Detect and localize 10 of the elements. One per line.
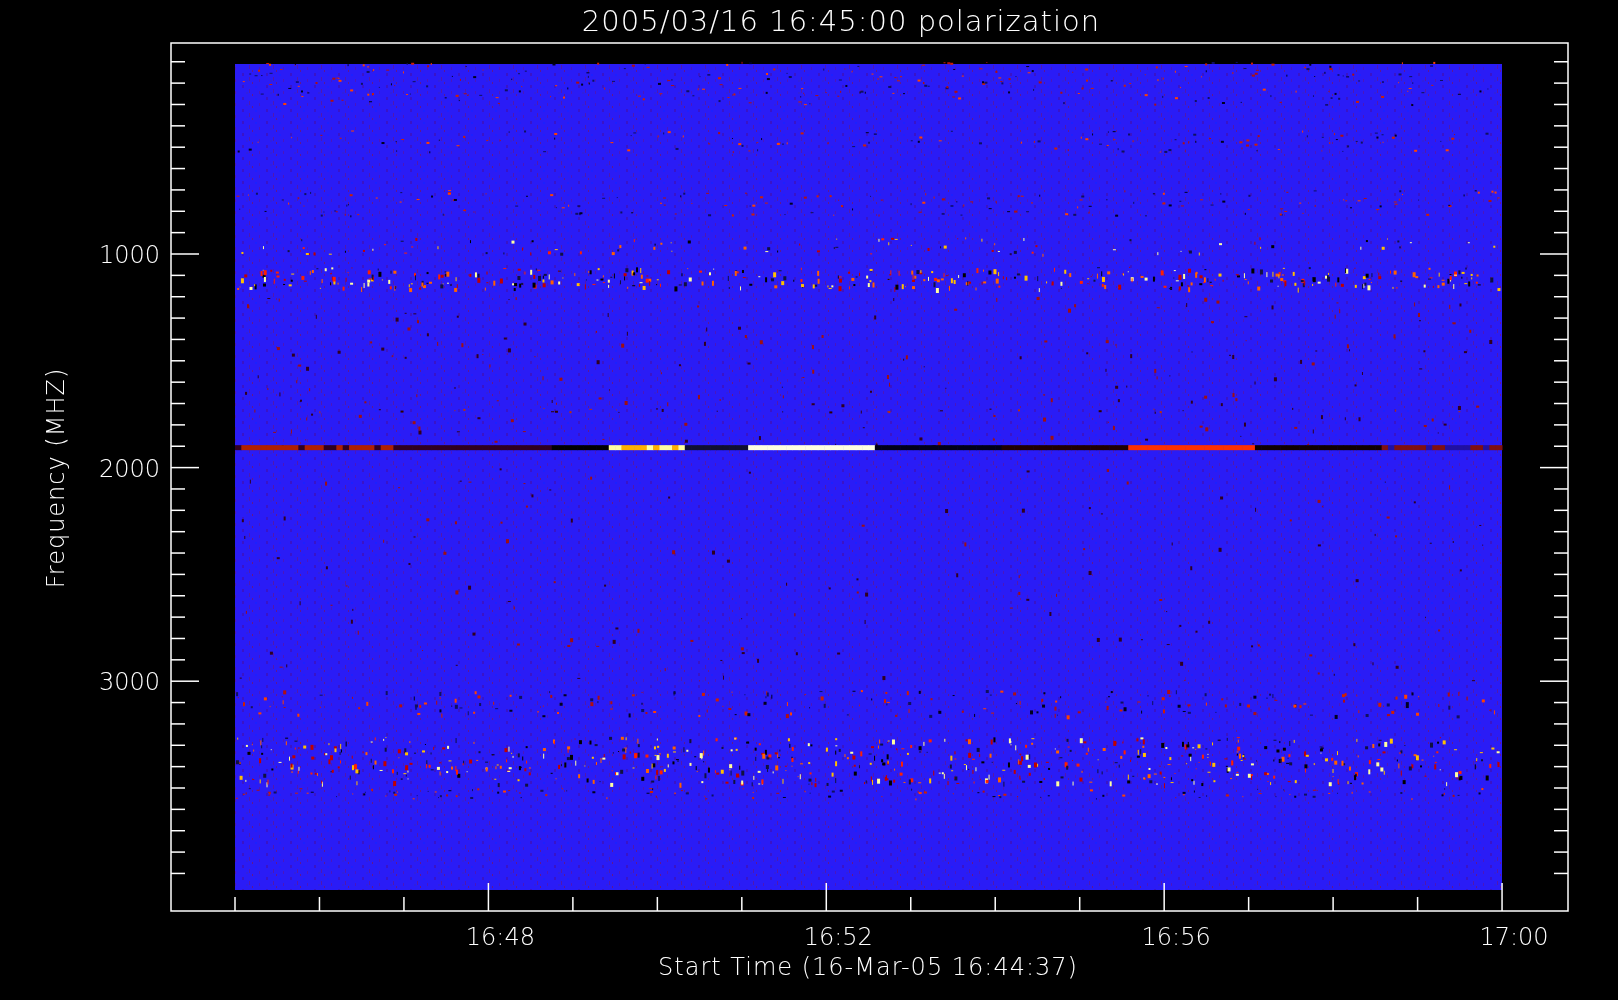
y-tick-label: 1000: [98, 241, 160, 269]
y-tick-label: 2000: [98, 454, 160, 483]
x-tick-label: 16:52: [803, 923, 873, 951]
x-tick-label: 16:48: [465, 923, 535, 951]
x-axis-label: Start Time (16-Mar-05 16:44:37): [658, 953, 1078, 981]
x-tick-label: 16:56: [1141, 923, 1211, 951]
y-axis-label: Frequency (MHZ): [42, 367, 70, 589]
x-tick-label: 17:00: [1479, 923, 1549, 951]
y-tick-label: 3000: [98, 668, 160, 697]
chart-title: 2005/03/16 16:45:00 polarization: [581, 4, 1101, 38]
